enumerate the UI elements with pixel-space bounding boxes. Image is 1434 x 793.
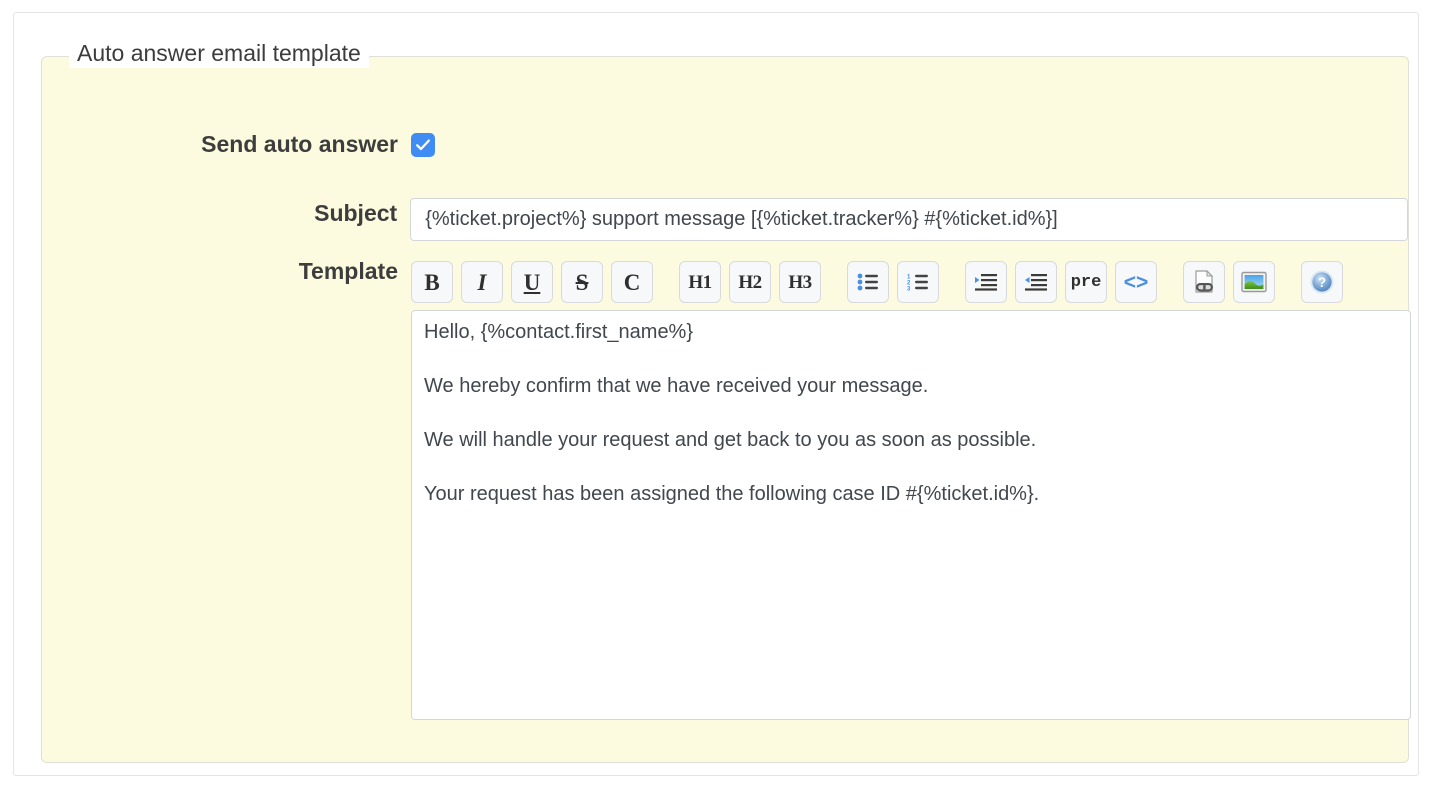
toolbar-group-inline-formatting: B I U S C (411, 261, 653, 303)
italic-button[interactable]: I (461, 261, 503, 303)
underline-button[interactable]: U (511, 261, 553, 303)
bold-icon: B (424, 269, 440, 295)
code-letter-icon: C (623, 269, 641, 295)
template-textarea[interactable]: Hello, {%contact.first_name%} We hereby … (411, 310, 1411, 720)
svg-text:?: ? (1318, 275, 1326, 290)
h1-icon: H1 (688, 271, 712, 293)
settings-panel: Auto answer email template Send auto ans… (13, 12, 1419, 776)
help-button[interactable]: ? (1301, 261, 1343, 303)
strikethrough-icon: S (575, 269, 589, 295)
subject-label: Subject (314, 200, 398, 226)
toolbar-group-blocks: pre <> (965, 261, 1157, 303)
italic-icon: I (477, 269, 487, 295)
send-auto-answer-row: Send auto answer (42, 129, 1408, 159)
subject-row: Subject (42, 198, 1408, 241)
question-mark-icon: ? (1310, 270, 1334, 294)
code-block-button[interactable]: <> (1115, 261, 1157, 303)
svg-text:3: 3 (907, 286, 911, 291)
insert-image-button[interactable] (1233, 261, 1275, 303)
angle-brackets-icon: <> (1123, 270, 1149, 294)
send-auto-answer-checkbox[interactable] (411, 133, 435, 157)
fieldset-legend: Auto answer email template (69, 38, 369, 68)
unordered-list-button[interactable] (847, 261, 889, 303)
toolbar-group-insert (1183, 261, 1275, 303)
h3-icon: H3 (788, 271, 812, 293)
preformat-button[interactable]: pre (1065, 261, 1107, 303)
outdent-icon (1025, 274, 1047, 291)
code-inline-button[interactable]: C (611, 261, 653, 303)
indent-button[interactable] (965, 261, 1007, 303)
auto-answer-fieldset: Auto answer email template Send auto ans… (41, 38, 1411, 763)
send-auto-answer-label: Send auto answer (201, 131, 398, 157)
template-label: Template (298, 258, 398, 284)
bold-button[interactable]: B (411, 261, 453, 303)
checkmark-icon (416, 139, 430, 151)
toolbar-group-help: ? (1301, 261, 1343, 303)
pre-icon: pre (1070, 272, 1102, 292)
strikethrough-button[interactable]: S (561, 261, 603, 303)
heading-3-button[interactable]: H3 (779, 261, 821, 303)
subject-input[interactable] (410, 198, 1408, 241)
outdent-button[interactable] (1015, 261, 1057, 303)
numbered-list-icon: 1 2 3 (907, 274, 928, 291)
toolbar-group-headings-and-lists: H1 H2 H3 1 2 3 (679, 261, 939, 303)
bullet-list-icon (857, 273, 878, 291)
image-icon (1241, 271, 1267, 293)
heading-2-button[interactable]: H2 (729, 261, 771, 303)
h2-icon: H2 (738, 271, 762, 293)
ordered-list-button[interactable]: 1 2 3 (897, 261, 939, 303)
editor-toolbar: B I U S C H1 H2 H3 1 2 3 pre <> ? (411, 256, 1343, 308)
underline-icon: U (523, 269, 541, 295)
insert-link-button[interactable] (1183, 261, 1225, 303)
link-page-icon (1195, 269, 1214, 293)
template-row: Template B I U S C H1 H2 H3 1 2 3 pre <>… (42, 256, 1411, 720)
heading-1-button[interactable]: H1 (679, 261, 721, 303)
template-editor: B I U S C H1 H2 H3 1 2 3 pre <> ? Hello,… (411, 256, 1411, 720)
indent-icon (975, 274, 997, 291)
